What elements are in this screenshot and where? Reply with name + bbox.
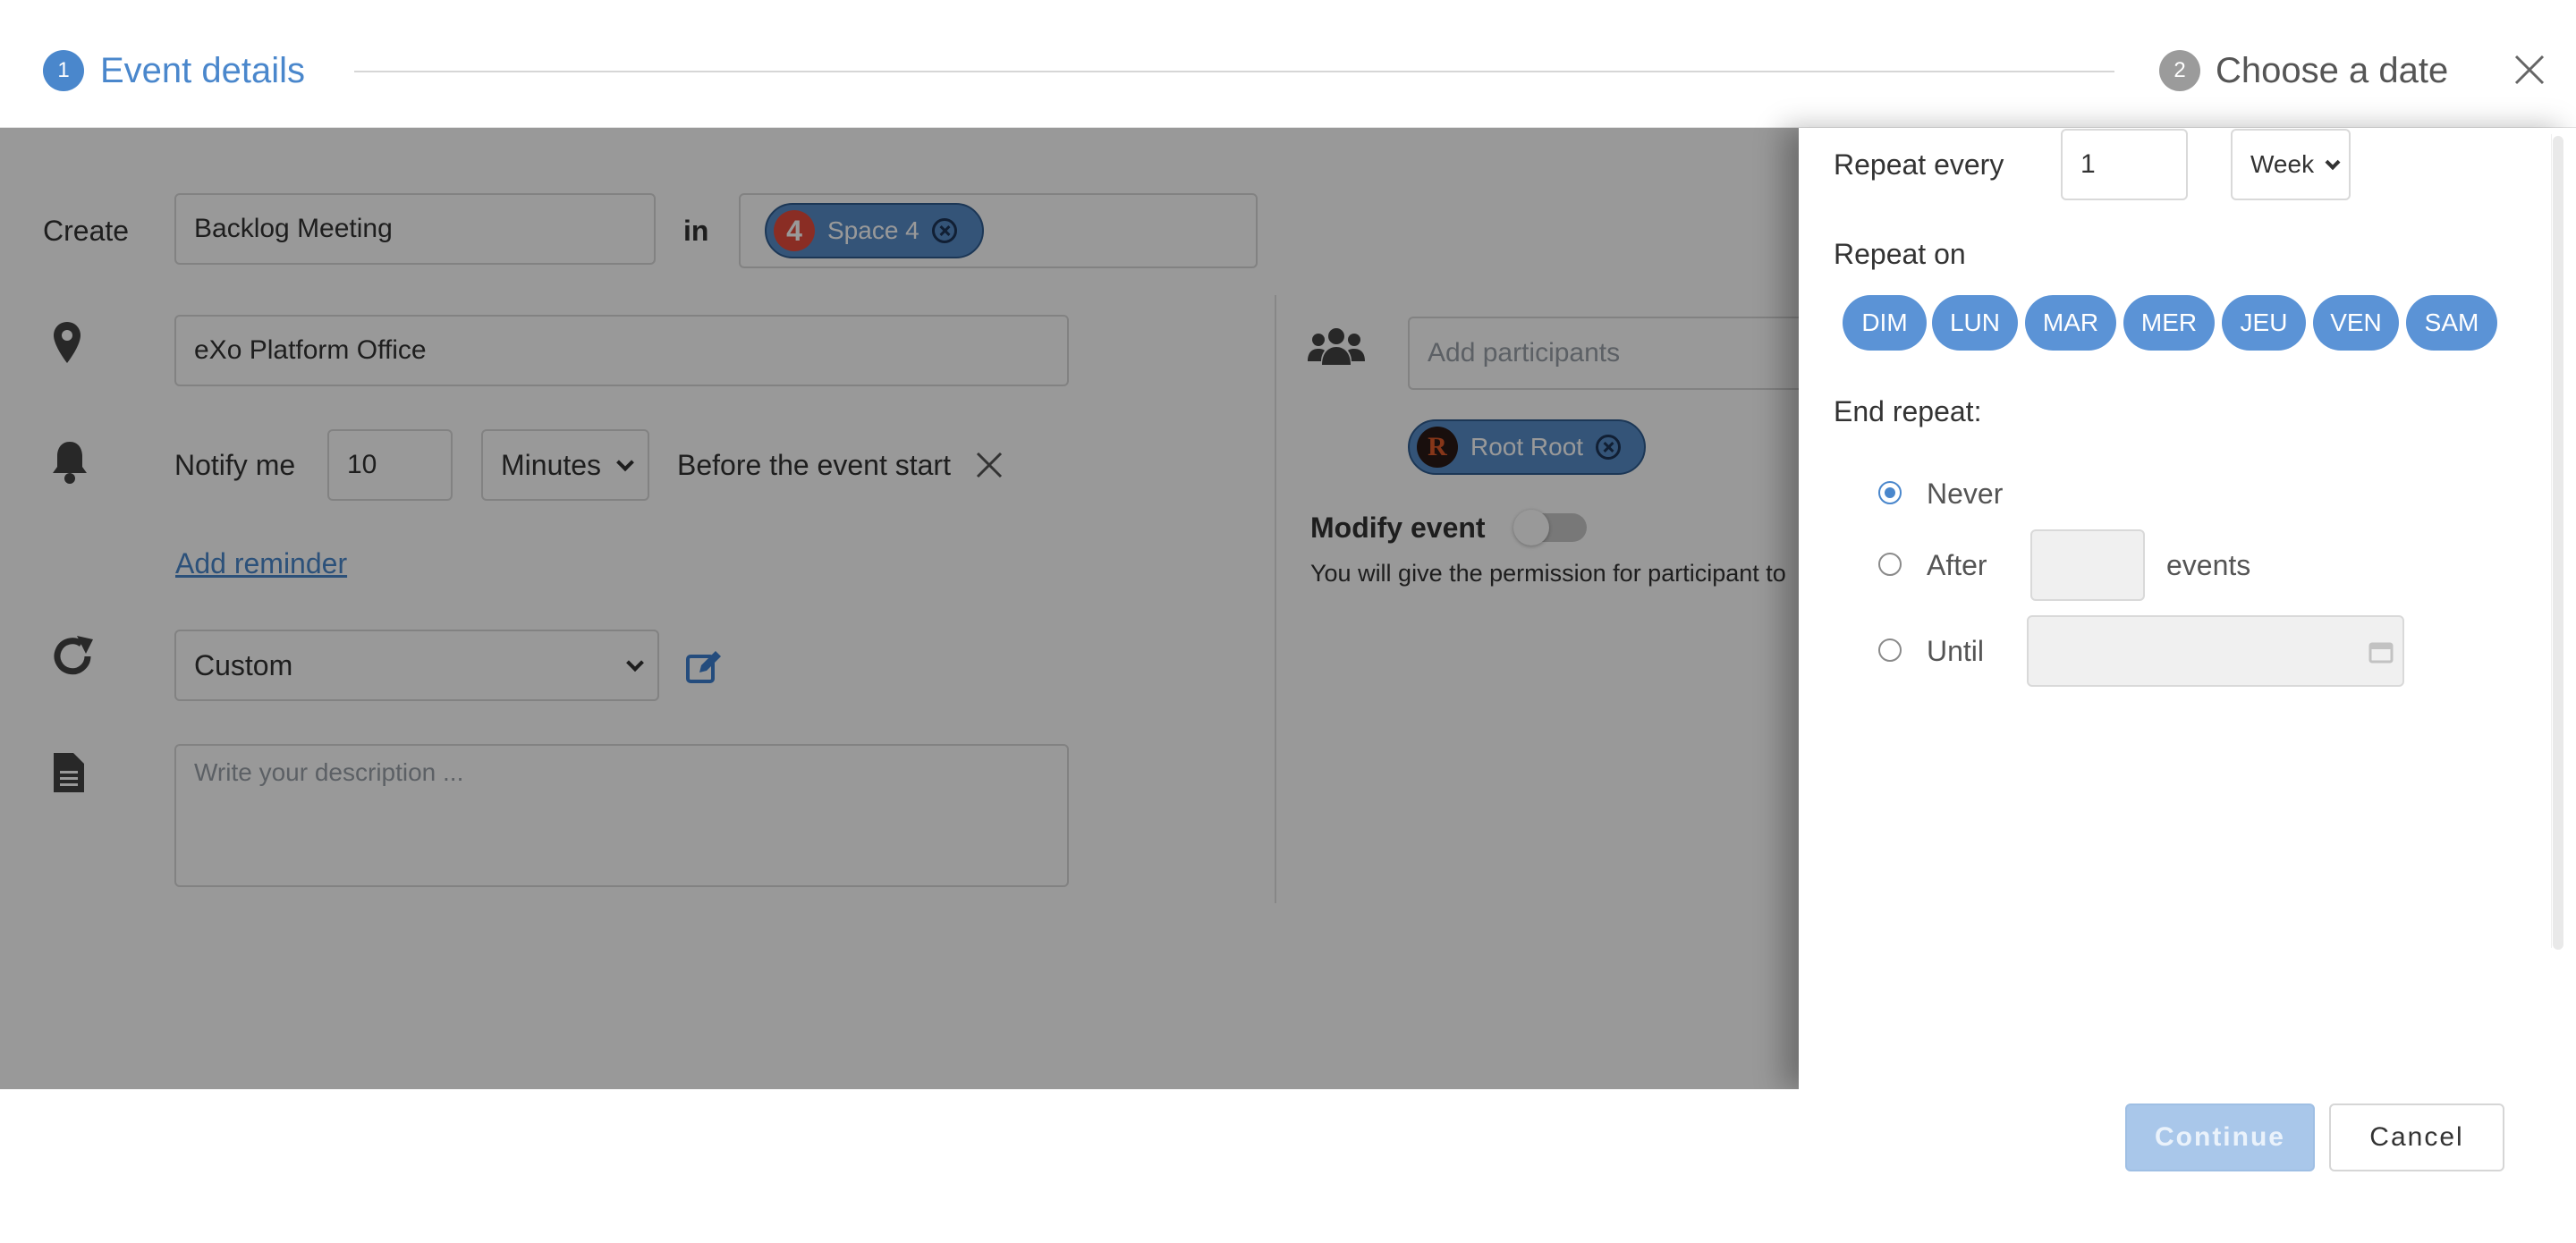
- chevron-down-icon: [2325, 155, 2341, 171]
- day-dim[interactable]: DIM: [1843, 295, 1927, 351]
- edit-icon[interactable]: [685, 649, 723, 685]
- chevron-down-icon: [626, 654, 644, 672]
- column-divider: [1275, 295, 1276, 903]
- day-ven[interactable]: VEN: [2313, 295, 2399, 351]
- event-details-form: [0, 128, 1799, 1089]
- repeat-every-label: Repeat every: [1834, 148, 2004, 181]
- participant-chip[interactable]: R Root Root: [1408, 419, 1646, 475]
- step-1-number: 1: [43, 50, 84, 91]
- toggle-knob: [1513, 510, 1549, 545]
- modify-event-label: Modify event: [1310, 512, 1486, 544]
- events-label: events: [2166, 549, 2251, 581]
- users-icon: [1308, 328, 1365, 365]
- bell-icon: [53, 442, 87, 484]
- notify-unit-value: Minutes: [501, 448, 602, 481]
- create-label: Create: [43, 215, 130, 247]
- before-event-label: Before the event start: [677, 449, 951, 481]
- in-label: in: [683, 215, 709, 247]
- location-input[interactable]: eXo Platform Office: [174, 315, 1069, 386]
- after-label: After: [1927, 549, 1987, 581]
- step-2-number: 2: [2159, 50, 2200, 91]
- notify-me-label: Notify me: [174, 449, 296, 481]
- add-reminder-link[interactable]: Add reminder: [175, 545, 347, 581]
- notify-value-input[interactable]: 10: [327, 429, 453, 501]
- description-placeholder: Write your description ...: [194, 758, 464, 786]
- step-1-label[interactable]: Event details: [100, 50, 305, 91]
- participants-placeholder: Add participants: [1428, 338, 1621, 368]
- repeat-unit-value: Week: [2250, 150, 2315, 178]
- step-progress-line: [354, 71, 2114, 72]
- after-radio[interactable]: [1878, 553, 1902, 576]
- cancel-button[interactable]: Cancel: [2329, 1103, 2504, 1171]
- calendar-icon[interactable]: [2368, 640, 2394, 664]
- description-textarea[interactable]: Write your description ...: [174, 744, 1069, 887]
- participant-avatar: R: [1417, 427, 1458, 468]
- space-chip-label: Space 4: [827, 216, 919, 244]
- modify-event-toggle[interactable]: [1513, 510, 1587, 545]
- after-count-input[interactable]: [2030, 529, 2145, 601]
- repeat-on-label: Repeat on: [1834, 238, 1966, 270]
- never-label: Never: [1927, 478, 2004, 510]
- day-mar[interactable]: MAR: [2025, 295, 2116, 351]
- refresh-icon: [54, 636, 93, 675]
- end-repeat-label: End repeat:: [1834, 395, 1982, 427]
- remove-participant-icon[interactable]: [1596, 435, 1622, 460]
- until-radio[interactable]: [1878, 638, 1902, 662]
- event-title-input[interactable]: Backlog Meeting: [174, 193, 656, 265]
- participants-input[interactable]: Add participants: [1408, 317, 1819, 390]
- close-icon[interactable]: [2512, 52, 2547, 88]
- location-pin-icon: [54, 322, 80, 363]
- recurrence-select[interactable]: Custom: [174, 630, 659, 701]
- permission-text: You will give the permission for partici…: [1310, 560, 1786, 587]
- document-icon: [54, 753, 84, 792]
- remove-space-icon[interactable]: [931, 218, 957, 243]
- drawer-scrollbar-thumb[interactable]: [2553, 136, 2563, 950]
- never-radio[interactable]: [1878, 481, 1902, 504]
- continue-button[interactable]: Continue: [2125, 1103, 2315, 1171]
- until-date-input[interactable]: [2027, 615, 2404, 687]
- recurrence-value: Custom: [194, 648, 293, 681]
- custom-recurrence-drawer: [1799, 128, 2576, 1089]
- day-lun[interactable]: LUN: [1932, 295, 2018, 351]
- space-chip[interactable]: 4 Space 4: [765, 203, 984, 258]
- repeat-every-input[interactable]: 1: [2061, 129, 2188, 200]
- notify-unit-select[interactable]: Minutes: [481, 429, 649, 501]
- step-2-label[interactable]: Choose a date: [2216, 50, 2448, 91]
- day-mer[interactable]: MER: [2123, 295, 2215, 351]
- repeat-unit-select[interactable]: Week: [2231, 129, 2351, 200]
- space-avatar: 4: [774, 210, 815, 251]
- wizard-header: 1 Event details 2 Choose a date: [0, 0, 2576, 128]
- participant-chip-label: Root Root: [1470, 433, 1584, 461]
- remove-reminder-icon[interactable]: [975, 451, 1004, 479]
- day-sam[interactable]: SAM: [2406, 295, 2497, 351]
- chevron-down-icon: [616, 453, 634, 472]
- until-label: Until: [1927, 635, 1985, 667]
- day-jeu[interactable]: JEU: [2222, 295, 2306, 351]
